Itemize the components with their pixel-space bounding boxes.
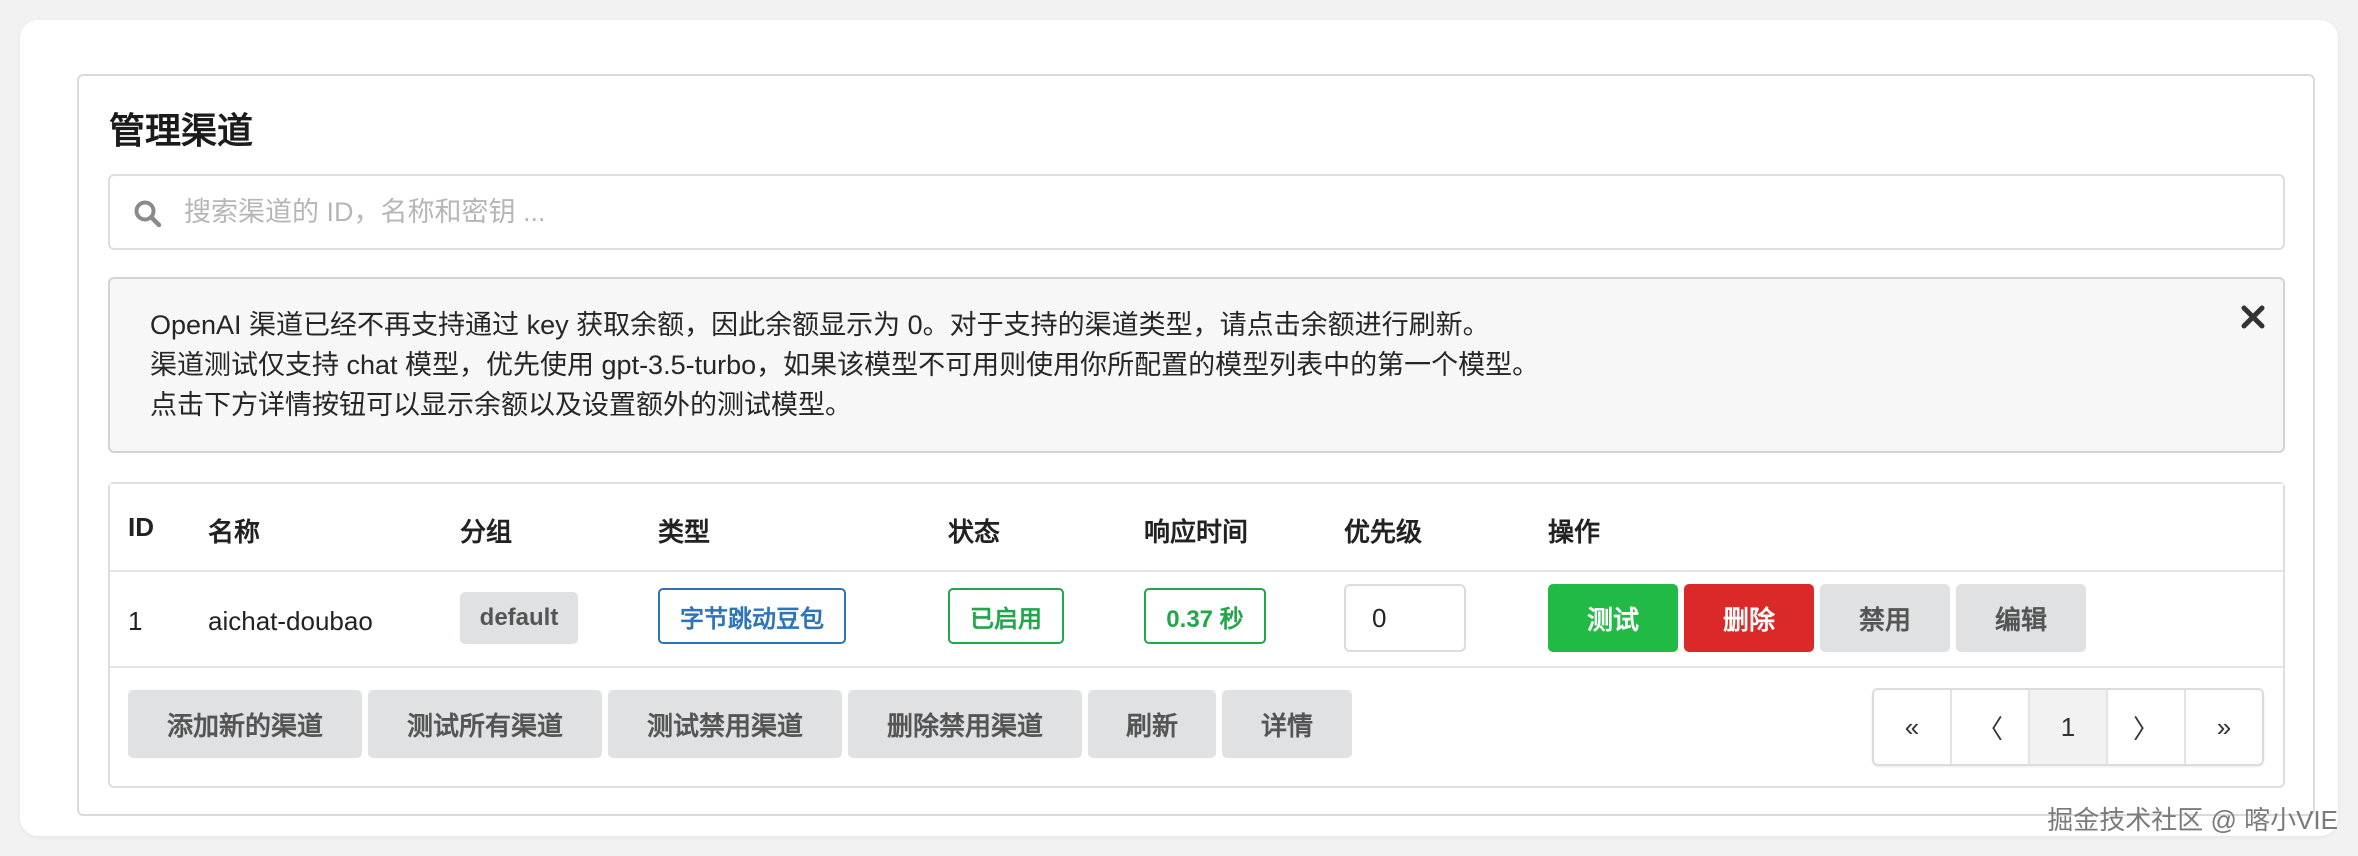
details-button[interactable]: 详情 [1222,690,1352,758]
delete-disabled-channels-button[interactable]: 删除禁用渠道 [848,690,1082,758]
table-header: ID 名称 分组 类型 状态 响应时间 优先级 操作 [110,484,2283,572]
page-container: 管理渠道 OpenAI 渠道已经不再支持通过 key 获取余额，因此余额显示为 … [20,20,2338,836]
test-button[interactable]: 测试 [1548,584,1678,652]
channel-table: ID 名称 分组 类型 状态 响应时间 优先级 操作 1 aichat-doub… [108,482,2285,788]
header-response-time: 响应时间 [1144,517,1249,547]
page-title: 管理渠道 [109,110,254,151]
page-prev[interactable]: 〈 [1952,690,2030,764]
search-input[interactable] [184,182,2264,242]
page-current[interactable]: 1 [2030,690,2108,764]
page-next[interactable]: 〉 [2108,690,2186,764]
edit-button[interactable]: 编辑 [1956,584,2086,652]
channel-management-card: 管理渠道 OpenAI 渠道已经不再支持通过 key 获取余额，因此余额显示为 … [77,74,2315,816]
header-actions: 操作 [1548,517,1601,547]
refresh-button[interactable]: 刷新 [1088,690,1216,758]
header-name: 名称 [208,517,261,547]
page-last[interactable]: » [2186,690,2262,764]
header-priority: 优先级 [1344,517,1423,547]
delete-button[interactable]: 删除 [1684,584,1814,652]
test-all-channels-button[interactable]: 测试所有渠道 [368,690,602,758]
watermark: 掘金技术社区 @ 喀小VIE [2047,805,2338,835]
header-status: 状态 [948,517,1001,547]
notice-line: 点击下方详情按钮可以显示余额以及设置额外的测试模型。 [150,390,852,420]
test-disabled-channels-button[interactable]: 测试禁用渠道 [608,690,842,758]
search-icon [134,200,162,228]
status-badge: 已启用 [948,588,1064,644]
table-row: 1 aichat-doubao default 字节跳动豆包 已启用 0.37 … [110,572,2283,668]
priority-input[interactable] [1344,584,1466,652]
close-icon[interactable] [2239,303,2267,331]
header-id: ID [128,512,154,542]
cell-name: aichat-doubao [208,606,373,636]
notice-line: 渠道测试仅支持 chat 模型，优先使用 gpt-3.5-turbo，如果该模型… [150,350,1540,380]
cell-id: 1 [128,606,143,636]
add-channel-button[interactable]: 添加新的渠道 [128,690,362,758]
type-tag: 字节跳动豆包 [658,588,846,644]
search-box[interactable] [108,174,2285,250]
header-type: 类型 [658,517,711,547]
disable-button[interactable]: 禁用 [1820,584,1950,652]
header-group: 分组 [460,517,513,547]
page-first[interactable]: « [1874,690,1952,764]
group-tag: default [460,592,578,644]
notice-message: OpenAI 渠道已经不再支持通过 key 获取余额，因此余额显示为 0。对于支… [108,277,2285,453]
notice-line: OpenAI 渠道已经不再支持通过 key 获取余额，因此余额显示为 0。对于支… [150,310,1490,340]
pagination: « 〈 1 〉 » [1872,688,2264,766]
response-time-badge[interactable]: 0.37 秒 [1144,588,1266,644]
